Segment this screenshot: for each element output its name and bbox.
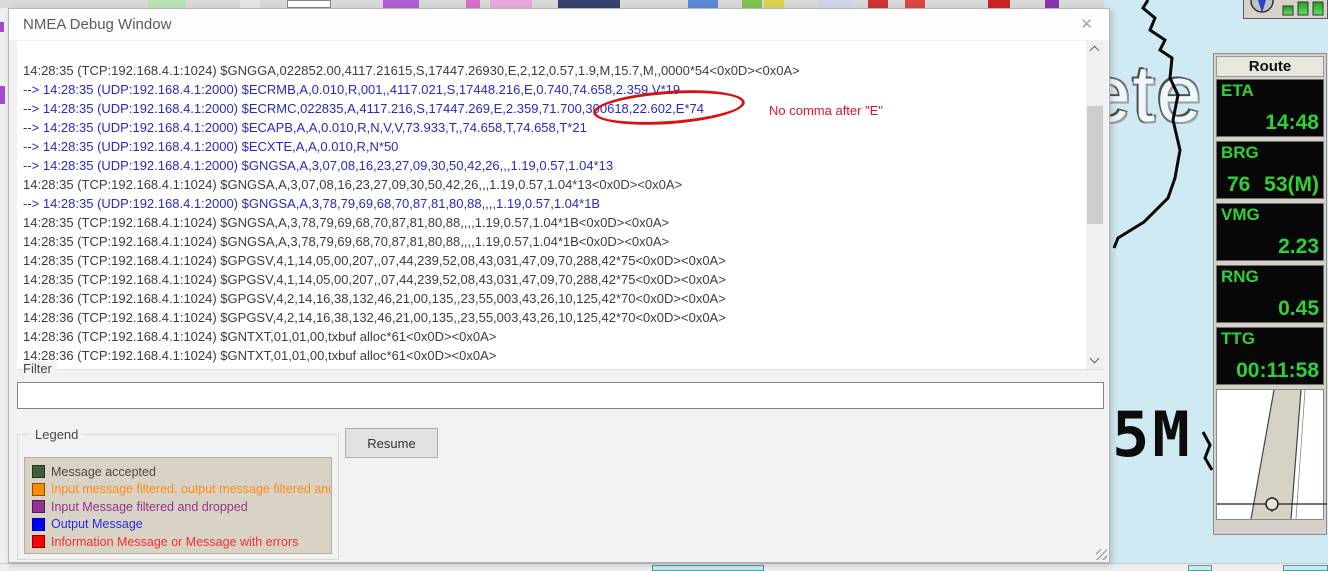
log-line: --> 14:28:35 (UDP:192.168.4.1:2000) $GNG…	[23, 194, 1082, 213]
route-cell-label: RNG	[1221, 267, 1259, 287]
legend-label: Information Message or Message with erro…	[51, 535, 298, 549]
toolbar-fragment	[742, 0, 762, 8]
toolbar-fragment	[905, 0, 925, 8]
resize-grip[interactable]	[1096, 549, 1107, 560]
resume-button[interactable]: Resume	[345, 428, 438, 458]
status-fragment	[1283, 565, 1328, 571]
toolbar-fragment	[1045, 0, 1059, 8]
legend-label: Message accepted	[51, 465, 156, 479]
legend-label: Output Message	[51, 517, 143, 531]
log-line: --> 14:28:35 (UDP:192.168.4.1:2000) $ECR…	[23, 80, 1082, 99]
log-line: 14:28:36 (TCP:192.168.4.1:1024) $GPGSV,4…	[23, 289, 1082, 308]
log-line: 14:28:35 (TCP:192.168.4.1:1024) $GNGSA,A…	[23, 213, 1082, 232]
log-line: --> 14:28:35 (UDP:192.168.4.1:2000) $GNG…	[23, 156, 1082, 175]
route-panel: Route ETA 14:48 BRG 7653(M) VMG 2.23 RNG 0.45 TT…	[1213, 53, 1327, 535]
log-line: 14:28:35 (TCP:192.168.4.1:1024) $GPGSV,4…	[23, 270, 1082, 289]
filter-groupbox-rule	[19, 369, 1104, 370]
scrollbar-up-icon[interactable]	[1086, 41, 1104, 58]
log-line: --> 14:28:35 (UDP:192.168.4.1:2000) $ECR…	[23, 99, 1082, 118]
compass-and-signal-icon	[1244, 0, 1327, 17]
scrollbar-down-icon[interactable]	[1086, 352, 1104, 369]
route-cell-value: 14:48	[1217, 111, 1323, 135]
toolbar-fragment	[818, 0, 852, 8]
log-line: 14:28:35 (TCP:192.168.4.1:1024) $GNGSA,A…	[23, 232, 1082, 251]
log-line: 14:28:36 (TCP:192.168.4.1:1024) $GNTXT,0…	[23, 327, 1082, 346]
legend-swatch	[32, 465, 45, 478]
log-lines: 14:28:35 (TCP:192.168.4.1:1024) $GNGGA,0…	[23, 61, 1082, 365]
nmea-debug-window: NMEA Debug Window ✕ 14:28:35 (TCP:192.16…	[8, 8, 1110, 563]
toolbar-fragment	[988, 0, 1010, 8]
close-icon[interactable]: ✕	[1080, 15, 1093, 33]
scrollbar-thumb[interactable]	[1087, 106, 1103, 224]
toolbar-fragment	[688, 0, 718, 8]
log-line: 14:28:36 (TCP:192.168.4.1:1024) $GNTXT,0…	[23, 346, 1082, 365]
log-line: 14:28:35 (TCP:192.168.4.1:1024) $GNGGA,0…	[23, 61, 1082, 80]
dialog-titlebar[interactable]: NMEA Debug Window ✕	[9, 9, 1109, 40]
route-cell-label: TTG	[1221, 329, 1255, 349]
legend-label: Input message filtered, output message f…	[51, 482, 332, 496]
legend-title: Legend	[30, 427, 83, 442]
dialog-title: NMEA Debug Window	[23, 16, 171, 33]
legend-item: Input message filtered, output message f…	[32, 481, 324, 499]
chart-scribble	[0, 22, 4, 32]
error-annotation: No comma after "E"	[769, 103, 883, 118]
route-cell-value: 0.45	[1217, 297, 1323, 321]
legend-item: Information Message or Message with erro…	[32, 533, 324, 551]
toolbar-fragment	[240, 0, 260, 8]
legend-swatch	[32, 535, 45, 548]
toolbar-fragment	[868, 0, 888, 8]
legend-item: Output Message	[32, 516, 324, 534]
log-line: 14:28:35 (TCP:192.168.4.1:1024) $GPGSV,4…	[23, 251, 1082, 270]
route-cell-vmg: VMG 2.23	[1216, 203, 1324, 261]
toolbar-fragment	[764, 0, 784, 8]
legend-swatch	[32, 518, 45, 531]
chart-scribble	[0, 86, 5, 104]
vertical-scrollbar[interactable]	[1086, 41, 1104, 369]
log-line: 14:28:35 (TCP:192.168.4.1:1024) $GNGSA,A…	[23, 175, 1082, 194]
log-line: --> 14:28:35 (UDP:192.168.4.1:2000) $ECA…	[23, 118, 1082, 137]
route-cell-brg: BRG 7653(M)	[1216, 141, 1324, 199]
log-line: 14:28:36 (TCP:192.168.4.1:1024) $GPGSV,4…	[23, 308, 1082, 327]
status-strip	[0, 563, 1328, 571]
legend-label: Input Message filtered and dropped	[51, 500, 248, 514]
status-fragment	[652, 565, 764, 571]
route-cell-label: ETA	[1221, 81, 1254, 101]
route-highway-display	[1216, 389, 1324, 520]
route-cell-ttg: TTG 00:11:58	[1216, 327, 1324, 385]
route-cells: ETA 14:48 BRG 7653(M) VMG 2.23 RNG 0.45 TTG 00:11…	[1216, 79, 1324, 385]
route-panel-title: Route	[1216, 56, 1324, 77]
toolbar-fragment	[383, 0, 419, 8]
filter-label: Filter	[23, 361, 57, 376]
legend-item: Input Message filtered and dropped	[32, 498, 324, 516]
status-fragment	[1188, 565, 1212, 571]
route-cell-value: 00:11:58	[1217, 359, 1323, 383]
legend-item: Message accepted	[32, 463, 324, 481]
route-cell-eta: ETA 14:48	[1216, 79, 1324, 137]
toolbar-fragment	[558, 0, 620, 8]
route-cell-value: 2.23	[1217, 235, 1323, 259]
log-line: --> 14:28:35 (UDP:192.168.4.1:2000) $ECX…	[23, 137, 1082, 156]
toolbar-fragment	[490, 0, 532, 8]
route-cell-label: VMG	[1221, 205, 1260, 225]
instrument-panel	[1243, 0, 1328, 19]
route-cell-label: BRG	[1221, 143, 1259, 163]
toolbar-fragment	[148, 0, 186, 8]
legend-items: Message accepted Input message filtered, …	[24, 457, 332, 554]
legend-groupbox: Legend Message acceptedInput message fil…	[17, 434, 339, 560]
toolbar-fragment	[466, 0, 480, 8]
filter-input[interactable]	[17, 382, 1104, 409]
nmea-log-area[interactable]: 14:28:35 (TCP:192.168.4.1:1024) $GNGGA,0…	[17, 41, 1104, 369]
legend-swatch	[32, 483, 45, 496]
route-cell-value: 7653(M)	[1217, 173, 1323, 197]
route-cell-rng: RNG 0.45	[1216, 265, 1324, 323]
toolbar-fragment	[287, 0, 331, 8]
toolbar-strip	[0, 0, 1104, 8]
legend-swatch	[32, 500, 45, 513]
